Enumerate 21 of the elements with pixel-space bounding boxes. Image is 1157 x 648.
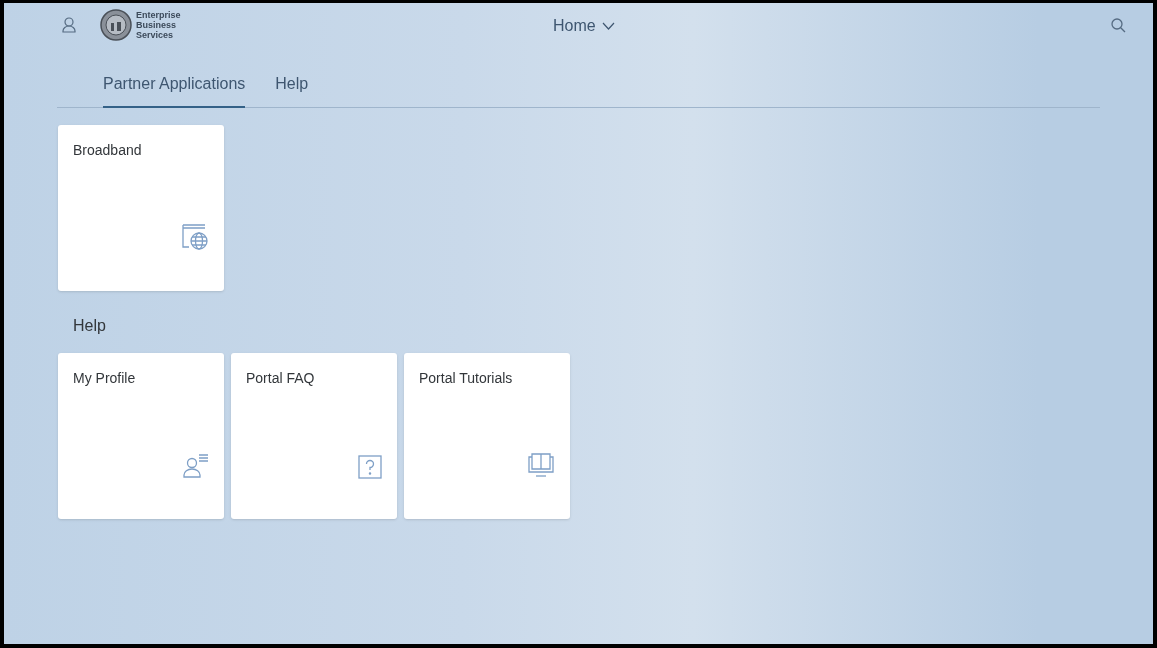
group-title: Help <box>72 316 107 336</box>
home-menu-button[interactable]: Home <box>553 14 615 38</box>
tile-title: Portal Tutorials <box>419 369 514 388</box>
search-icon[interactable] <box>1111 17 1126 33</box>
logo-text: Enterprise Business Services <box>136 10 182 40</box>
app-tile[interactable]: Portal FAQ <box>231 353 397 519</box>
tile-title: My Profile <box>73 369 137 388</box>
nav-tab[interactable]: Partner Applications <box>103 72 246 108</box>
book-monitor-icon <box>527 451 555 479</box>
question-box-icon <box>358 455 382 479</box>
app-tile[interactable]: Broadband <box>58 125 224 291</box>
app-tile[interactable]: My Profile <box>58 353 224 519</box>
app-tile[interactable]: Portal Tutorials <box>404 353 570 519</box>
chevron-down-icon <box>601 22 615 30</box>
tile-title: Broadband <box>73 141 143 160</box>
tile-title: Portal FAQ <box>246 369 316 388</box>
seal-logo-icon <box>100 9 132 41</box>
user-icon[interactable] <box>62 17 76 33</box>
person-list-icon <box>183 453 209 479</box>
browser-globe-icon <box>181 223 209 251</box>
nav-tab[interactable]: Help <box>275 72 309 108</box>
